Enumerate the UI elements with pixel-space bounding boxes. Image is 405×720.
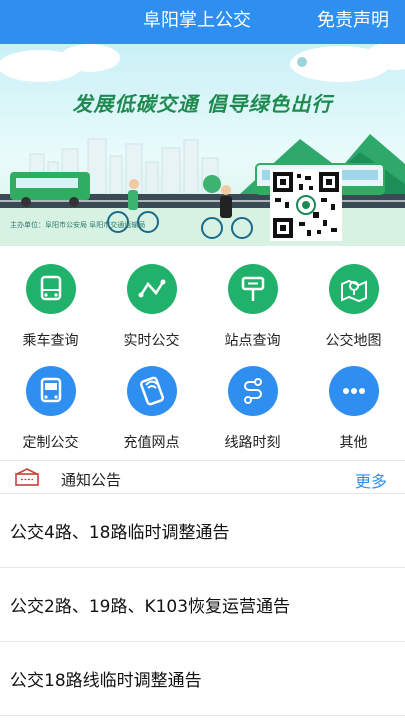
news-item-title: 公交2路、19路、K103恢复运营通告	[10, 597, 291, 617]
card-recharge-icon	[127, 366, 177, 416]
feature-label: 乘车查询	[22, 333, 79, 349]
route-schedule-icon	[228, 366, 278, 416]
app-title: 阜阳掌上公交	[143, 10, 251, 31]
news-item-title: 公交4路、18路临时调整通告	[10, 523, 230, 543]
qr-code-icon	[270, 169, 342, 241]
news-item[interactable]: 公交2路、19路、K103恢复运营通告	[0, 568, 405, 642]
feature-ride-query[interactable]: 乘车查询	[0, 246, 101, 352]
feature-label: 站点查询	[224, 333, 281, 349]
feature-label: 充值网点	[123, 435, 180, 451]
banner-slogan: 发展低碳交通 倡导绿色出行	[72, 92, 333, 116]
map-pin-icon	[329, 264, 379, 314]
notice-board-icon	[14, 467, 40, 491]
realtime-line-icon	[127, 264, 177, 314]
notice-more-link[interactable]: 更多	[355, 468, 387, 492]
bus-stop-sign-icon	[228, 264, 278, 314]
disclaimer-link[interactable]: 免责声明	[317, 10, 389, 32]
feature-label: 线路时刻	[224, 435, 281, 451]
feature-stop-query[interactable]: 站点查询	[202, 246, 303, 352]
feature-custom-bus[interactable]: 定制公交	[0, 352, 101, 458]
news-item[interactable]: 公交18路线临时调整通告	[0, 642, 405, 716]
feature-recharge-points[interactable]: 充值网点	[101, 352, 202, 458]
bus-icon	[26, 264, 76, 314]
feature-label: 实时公交	[123, 333, 180, 349]
feature-label: 公交地图	[325, 333, 382, 349]
notice-header: 通知公告 更多	[0, 460, 405, 494]
banner-illustration	[0, 44, 405, 246]
feature-other[interactable]: 其他	[303, 352, 404, 458]
banner-smallprint: 主办单位：阜阳市公安局 阜阳市交通运输局	[10, 221, 146, 229]
news-item[interactable]: 公交4路、18路临时调整通告	[0, 494, 405, 568]
feature-route-schedule[interactable]: 线路时刻	[202, 352, 303, 458]
top-bar: 阜阳掌上公交 免责声明	[0, 0, 405, 44]
bus-front-icon	[26, 366, 76, 416]
feature-realtime-bus[interactable]: 实时公交	[101, 246, 202, 352]
feature-label: 定制公交	[22, 435, 79, 451]
notice-title: 通知公告	[61, 471, 122, 489]
promo-banner[interactable]: 发展低碳交通 倡导绿色出行 主办单位：阜阳市公安局 阜阳市交通运输局	[0, 44, 405, 246]
more-dots-icon	[329, 366, 379, 416]
feature-grid: 乘车查询 实时公交 站点查询 公交地图 定制公交 充值网点 线路时刻 其他	[0, 246, 405, 458]
feature-label: 其他	[339, 435, 368, 451]
feature-bus-map[interactable]: 公交地图	[303, 246, 404, 352]
news-item-title: 公交18路线临时调整通告	[10, 671, 202, 691]
